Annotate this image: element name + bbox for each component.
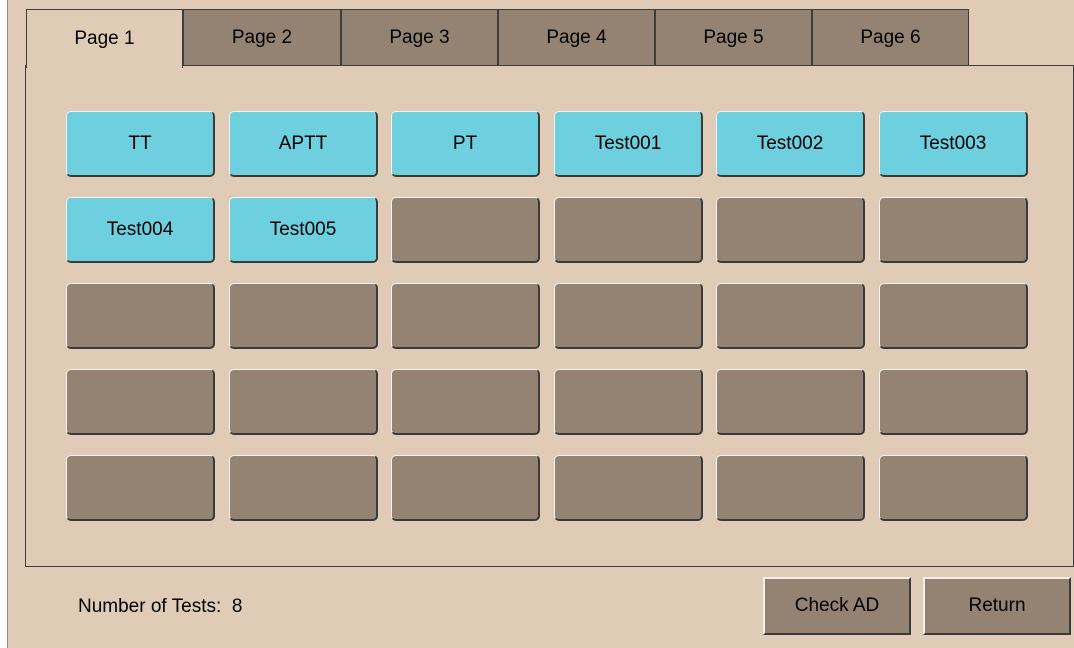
test-slot[interactable] — [391, 455, 540, 521]
test-slot[interactable]: PT — [391, 111, 540, 177]
tab-page-2[interactable]: Page 2 — [183, 9, 341, 66]
test-slot[interactable] — [716, 455, 865, 521]
test-slot[interactable] — [554, 283, 703, 349]
test-slot[interactable] — [554, 197, 703, 263]
test-slot[interactable]: Test002 — [716, 111, 865, 177]
test-slot[interactable] — [879, 197, 1028, 263]
tab-page-3[interactable]: Page 3 — [341, 9, 498, 66]
test-slot[interactable] — [229, 283, 378, 349]
test-slot[interactable] — [229, 455, 378, 521]
test-slot[interactable]: Test005 — [229, 197, 378, 263]
check-ad-button[interactable]: Check AD — [763, 577, 911, 635]
test-slot[interactable] — [391, 197, 540, 263]
test-slot[interactable]: TT — [66, 111, 215, 177]
test-slot[interactable] — [716, 283, 865, 349]
return-button[interactable]: Return — [923, 577, 1071, 635]
tab-page-6[interactable]: Page 6 — [812, 9, 969, 66]
test-slot[interactable] — [716, 369, 865, 435]
test-slot[interactable] — [229, 369, 378, 435]
test-slot[interactable]: Test004 — [66, 197, 215, 263]
test-slot[interactable] — [391, 283, 540, 349]
check-ad-label: Check AD — [794, 595, 880, 616]
test-count-value: 8 — [231, 596, 243, 617]
test-slot[interactable] — [716, 197, 865, 263]
test-slot[interactable] — [66, 369, 215, 435]
test-slot[interactable] — [879, 283, 1028, 349]
tab-page-4[interactable]: Page 4 — [498, 9, 655, 66]
test-slot[interactable] — [879, 369, 1028, 435]
test-selection-window: Page 1 Page 2 Page 3 Page 4 Page 5 Page … — [7, 0, 1074, 648]
test-slot[interactable] — [554, 369, 703, 435]
test-count-label: Number of Tests: — [78, 596, 222, 617]
active-tab-joiner — [33, 65, 179, 67]
return-label: Return — [968, 595, 1026, 616]
test-slot[interactable]: Test001 — [554, 111, 703, 177]
test-slot[interactable] — [554, 455, 703, 521]
test-count: Number of Tests: 8 — [78, 596, 242, 618]
test-slot[interactable] — [879, 455, 1028, 521]
test-slot[interactable]: Test003 — [879, 111, 1028, 177]
test-slot[interactable] — [66, 283, 215, 349]
test-slot[interactable]: APTT — [229, 111, 378, 177]
tab-page-5[interactable]: Page 5 — [655, 9, 812, 66]
test-slot[interactable] — [66, 455, 215, 521]
tab-page-1[interactable]: Page 1 — [26, 9, 183, 68]
test-slot[interactable] — [391, 369, 540, 435]
